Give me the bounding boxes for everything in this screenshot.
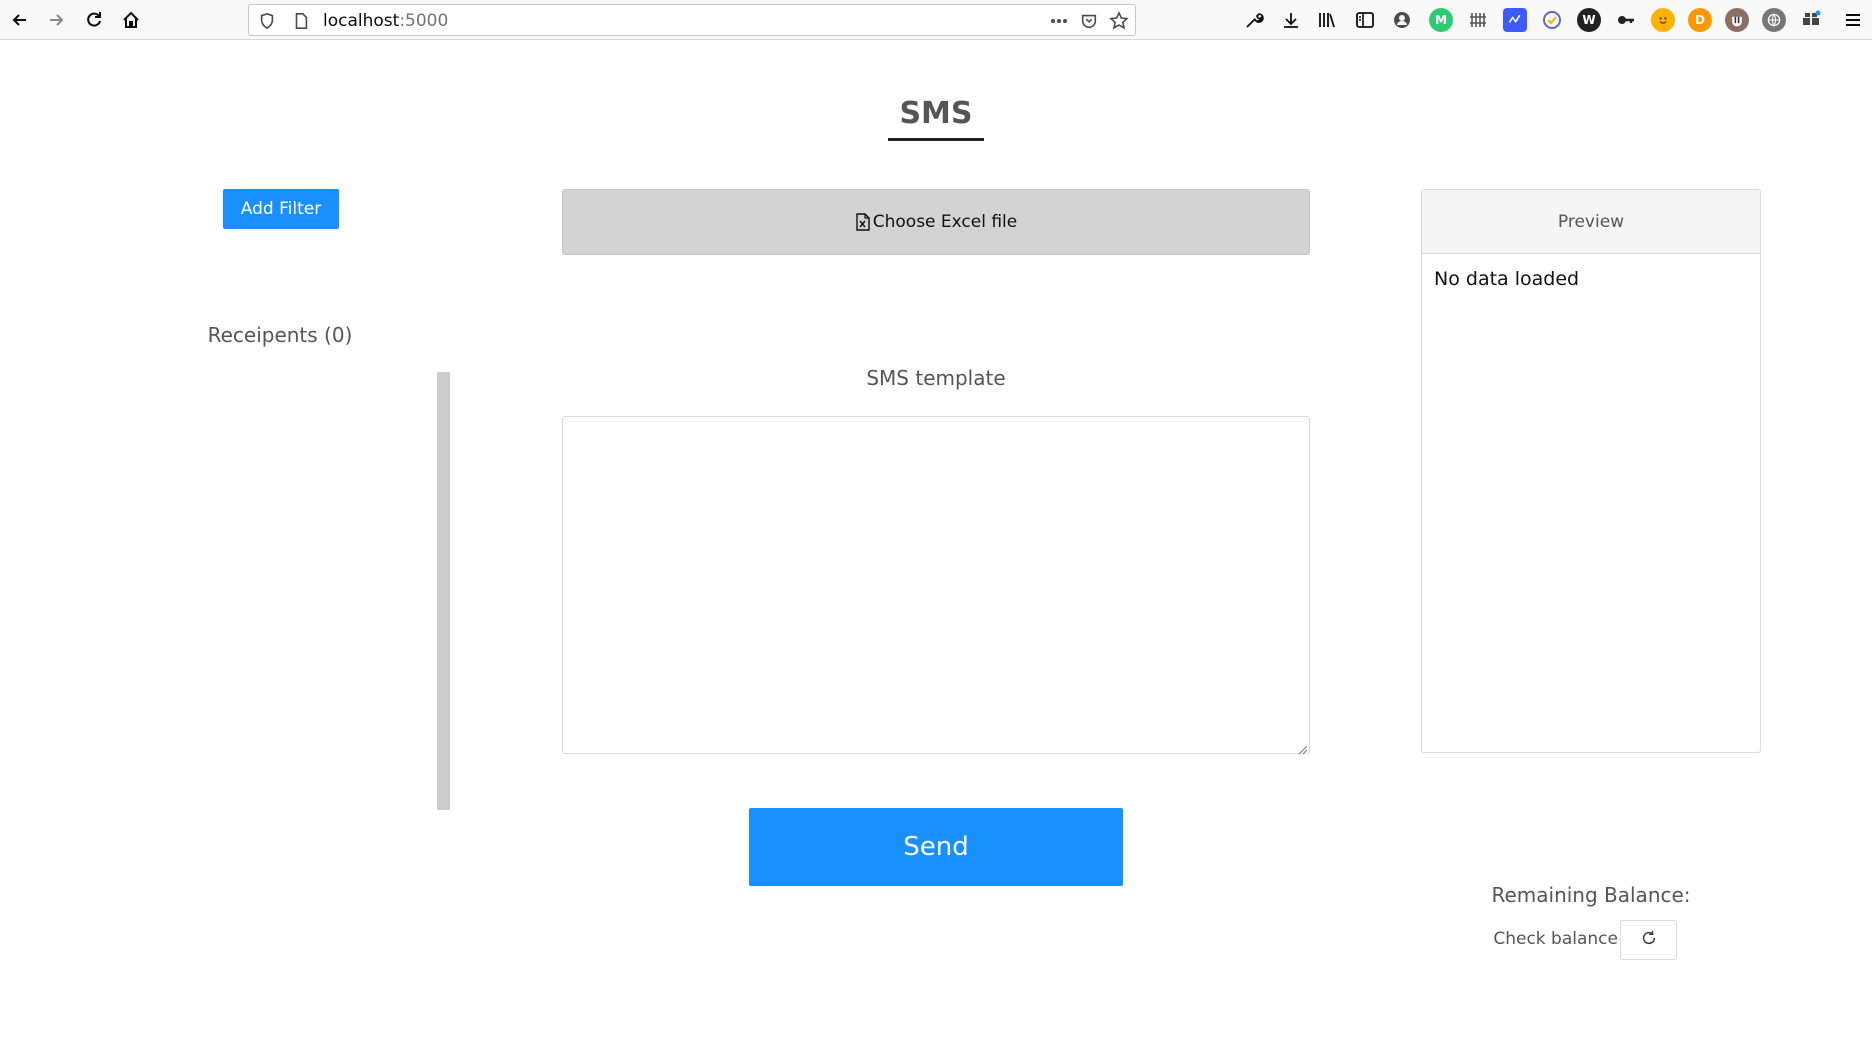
shield-icon[interactable] (257, 11, 277, 31)
choose-excel-file-button[interactable]: Choose Excel file (562, 189, 1310, 255)
send-button[interactable]: Send (749, 808, 1123, 886)
ext-smile-icon[interactable] (1651, 8, 1675, 32)
ext-grid-icon[interactable] (1466, 8, 1490, 32)
ext-puzzle-icon[interactable] (1799, 8, 1823, 32)
library-icon[interactable] (1313, 6, 1341, 34)
pocket-icon[interactable] (1079, 11, 1099, 31)
ext-badger-icon[interactable] (1725, 8, 1749, 32)
ext-key-icon[interactable] (1614, 8, 1638, 32)
ext-globe-icon[interactable] (1762, 8, 1786, 32)
account-icon[interactable] (1388, 6, 1416, 34)
download-icon[interactable] (1277, 6, 1305, 34)
file-button-label: Choose Excel file (872, 212, 1018, 232)
refresh-balance-button[interactable] (1620, 920, 1677, 960)
remaining-balance-label: Remaining Balance: (1491, 883, 1691, 907)
preview-panel: Preview No data loaded (1421, 189, 1761, 753)
star-icon[interactable] (1109, 11, 1129, 31)
page-icon (291, 11, 311, 31)
sidebar-icon[interactable] (1351, 6, 1379, 34)
reload-icon[interactable] (80, 6, 108, 34)
page-title: SMS (899, 96, 973, 131)
url-text[interactable]: localhost:5000 (323, 11, 448, 31)
ext-d-icon[interactable]: D (1688, 8, 1712, 32)
title-underline (888, 138, 984, 141)
wrench-icon[interactable] (1240, 6, 1268, 34)
recipients-scrollbar[interactable] (437, 372, 450, 810)
preview-title: Preview (1422, 190, 1760, 254)
ext-blue-icon[interactable] (1503, 8, 1527, 32)
sms-template-label: SMS template (866, 366, 1006, 390)
add-filter-button[interactable]: Add Filter (223, 189, 339, 229)
recipients-label: Receipents (0) (207, 323, 353, 347)
hamburger-icon[interactable] (1839, 6, 1867, 34)
url-bar[interactable]: localhost:5000 (248, 4, 1136, 36)
more-icon[interactable] (1049, 11, 1069, 31)
resize-grip-icon[interactable] (1296, 740, 1308, 755)
browser-toolbar: localhost:5000 M W D (0, 0, 1872, 40)
refresh-icon (1640, 929, 1658, 951)
sms-template-textarea[interactable] (562, 416, 1310, 754)
forward-icon[interactable] (42, 6, 70, 34)
back-icon[interactable] (6, 6, 34, 34)
ext-check-icon[interactable] (1540, 8, 1564, 32)
excel-file-icon (855, 213, 871, 231)
check-balance-label: Check balance (1493, 929, 1618, 949)
ext-w-icon[interactable]: W (1577, 8, 1601, 32)
home-icon[interactable] (117, 6, 145, 34)
ext-m-icon[interactable]: M (1429, 8, 1453, 32)
preview-body: No data loaded (1434, 268, 1580, 290)
